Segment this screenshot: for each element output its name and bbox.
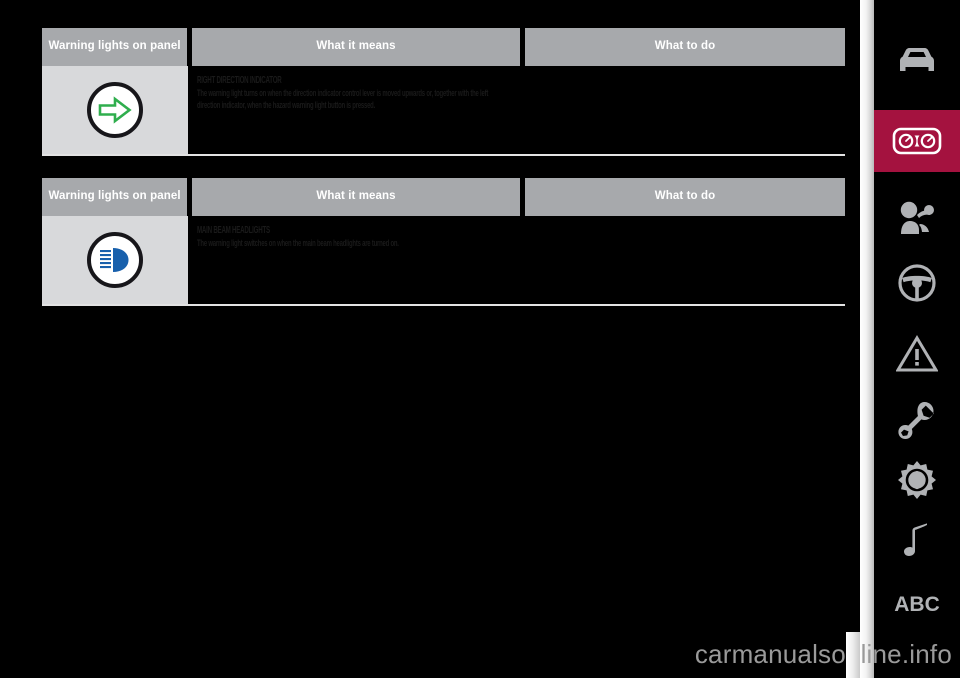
meaning-cell: MAIN BEAM HEADLIGHTS The warning light s… bbox=[188, 216, 709, 304]
column-header-action: What to do bbox=[525, 28, 845, 66]
sidebar-item-dashboard-and-controls[interactable] bbox=[874, 30, 960, 92]
meaning-cell: RIGHT DIRECTION INDICATOR The warning li… bbox=[188, 66, 709, 154]
symbol-cell bbox=[42, 216, 188, 304]
instrument-panel-icon bbox=[892, 127, 942, 155]
warning-title: RIGHT DIRECTION INDICATOR bbox=[197, 75, 282, 86]
music-note-icon bbox=[904, 523, 927, 556]
sidebar-item-warning-lights-and-messages[interactable] bbox=[874, 110, 960, 172]
warning-triangle-icon bbox=[896, 335, 938, 372]
sidebar-item-technical-specifications[interactable] bbox=[874, 450, 960, 512]
section-sidebar: ABC bbox=[860, 0, 960, 678]
table-row: MAIN BEAM HEADLIGHTS The warning light s… bbox=[42, 216, 845, 306]
right-direction-indicator-icon bbox=[87, 82, 143, 138]
table-header-row: Warning lights on panel What it means Wh… bbox=[42, 178, 845, 216]
warning-description: The warning light turns on when the dire… bbox=[197, 87, 489, 112]
manual-page: Warning lights on panel What it means Wh… bbox=[0, 0, 960, 678]
watermark-strip-overlay bbox=[846, 632, 860, 678]
column-header-action: What to do bbox=[525, 178, 845, 216]
symbol-cell bbox=[42, 66, 188, 154]
warning-title: MAIN BEAM HEADLIGHTS bbox=[197, 225, 270, 236]
column-header-meaning: What it means bbox=[192, 28, 521, 66]
column-header-symbol: Warning lights on panel bbox=[42, 178, 188, 216]
warning-light-table: Warning lights on panel What it means Wh… bbox=[42, 178, 845, 306]
warning-light-table: Warning lights on panel What it means Wh… bbox=[42, 28, 845, 156]
main-beam-headlights-icon bbox=[87, 232, 143, 288]
steering-wheel-icon bbox=[898, 264, 936, 302]
sidebar-item-abc-index[interactable]: ABC bbox=[874, 574, 960, 636]
sidebar-item-maintenance-and-care[interactable] bbox=[874, 388, 960, 450]
action-cell bbox=[709, 216, 845, 304]
warning-description: The warning light switches on when the m… bbox=[197, 237, 399, 249]
sidebar-item-multimedia[interactable] bbox=[874, 512, 960, 574]
wrench-icon bbox=[898, 402, 934, 439]
column-header-meaning: What it means bbox=[192, 178, 521, 216]
sidebar-item-safety[interactable] bbox=[874, 186, 960, 248]
gear-icon bbox=[898, 461, 936, 499]
airbag-passenger-icon bbox=[900, 201, 934, 234]
car-front-icon bbox=[900, 48, 934, 71]
column-header-symbol: Warning lights on panel bbox=[42, 28, 188, 66]
action-cell bbox=[709, 66, 845, 154]
table-row: RIGHT DIRECTION INDICATOR The warning li… bbox=[42, 66, 845, 156]
table-header-row: Warning lights on panel What it means Wh… bbox=[42, 28, 845, 66]
page-content: Warning lights on panel What it means Wh… bbox=[0, 0, 860, 678]
sidebar-item-starting-and-driving[interactable] bbox=[874, 252, 960, 314]
sidebar-item-in-an-emergency[interactable] bbox=[874, 323, 960, 385]
page-edge-strip bbox=[860, 0, 874, 678]
abc-index-label: ABC bbox=[894, 593, 940, 616]
